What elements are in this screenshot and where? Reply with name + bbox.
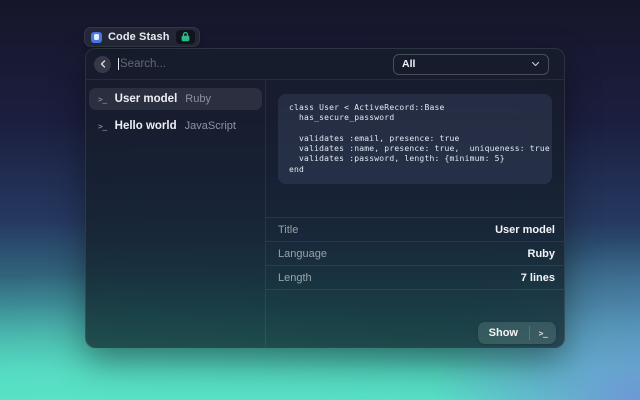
list-item-title: Hello world <box>115 120 177 132</box>
toolbar: All <box>86 49 564 80</box>
chevron-down-icon <box>531 61 540 67</box>
metadata-row-title: Title User model <box>266 218 564 242</box>
detail-pane: class User < ActiveRecord::Base has_secu… <box>266 80 564 348</box>
lock-icon <box>180 32 191 42</box>
code-stash-window: All >_ User model Ruby >_ Hello world <box>85 48 565 348</box>
desktop-background: Code Stash <box>0 0 640 400</box>
list-item-title: User model <box>115 93 178 105</box>
search-input[interactable] <box>119 58 393 70</box>
metadata-value: Ruby <box>528 248 556 260</box>
metadata-row-language: Language Ruby <box>266 242 564 266</box>
back-button[interactable] <box>94 56 111 73</box>
code-text: class User < ActiveRecord::Base has_secu… <box>289 103 541 175</box>
window-body: >_ User model Ruby >_ Hello world JavaSc… <box>86 80 564 348</box>
metadata-label: Language <box>278 248 327 260</box>
metadata-row-length: Length 7 lines <box>266 266 564 290</box>
filter-dropdown-value: All <box>402 58 531 70</box>
window-tab-code-stash[interactable]: Code Stash <box>84 27 200 47</box>
terminal-icon: >_ <box>530 322 556 344</box>
metadata-value: 7 lines <box>521 272 555 284</box>
list-item-language: Ruby <box>185 93 211 105</box>
chevron-left-icon <box>100 60 106 68</box>
list-item-language: JavaScript <box>185 120 236 132</box>
terminal-prompt-icon: >_ <box>98 122 107 131</box>
terminal-prompt-icon: >_ <box>98 95 107 104</box>
filter-dropdown[interactable]: All <box>393 54 549 75</box>
metadata-label: Title <box>278 224 298 236</box>
app-icon <box>91 32 102 43</box>
show-button-label: Show <box>478 322 529 344</box>
search-field[interactable] <box>118 58 393 70</box>
list-item-hello-world[interactable]: >_ Hello world JavaScript <box>89 115 262 137</box>
snippet-list: >_ User model Ruby >_ Hello world JavaSc… <box>86 80 266 348</box>
metadata-label: Length <box>278 272 312 284</box>
metadata-value: User model <box>495 224 555 236</box>
tab-title: Code Stash <box>108 31 170 43</box>
show-button[interactable]: Show >_ <box>478 322 556 344</box>
metadata-table: Title User model Language Ruby Length 7 … <box>266 217 564 290</box>
lock-button[interactable] <box>176 30 195 44</box>
code-preview: class User < ActiveRecord::Base has_secu… <box>278 94 552 184</box>
list-item-user-model[interactable]: >_ User model Ruby <box>89 88 262 110</box>
